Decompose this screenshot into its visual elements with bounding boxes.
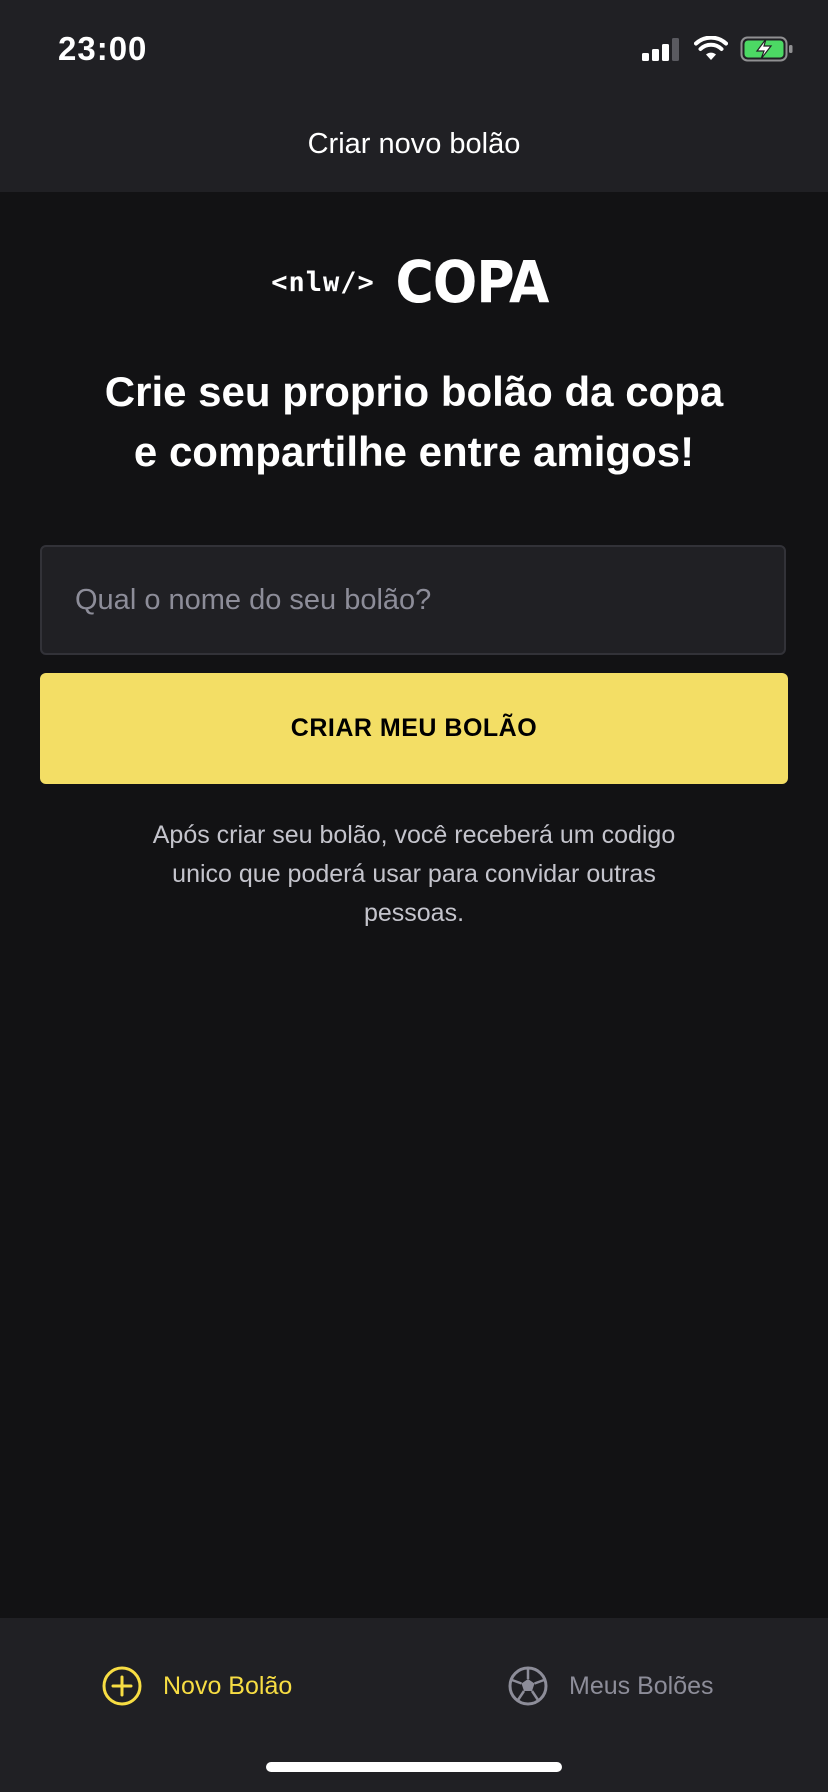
- status-bar: 23:00: [0, 0, 828, 96]
- status-icons: [642, 34, 794, 64]
- tab-new-pool[interactable]: Novo Bolão: [101, 1658, 292, 1714]
- status-time: 23:00: [58, 30, 148, 67]
- page-title: Criar novo bolão: [307, 127, 521, 160]
- headline-line-2: e compartilhe entre amigos!: [133, 428, 695, 475]
- soccer-ball-icon: [508, 1666, 548, 1706]
- logo-nlw-text: <nlw/>: [271, 266, 375, 298]
- tab-my-pools[interactable]: Meus Bolões: [507, 1658, 714, 1714]
- info-text: Após criar seu bolão, você receberá um c…: [152, 821, 676, 927]
- create-pool-button-label: CRIAR MEU BOLÃO: [290, 714, 538, 742]
- logo-copa-text: COPA: [395, 248, 549, 316]
- nlw-copa-logo: <nlw/> COPA: [0, 252, 828, 312]
- headline: Crie seu proprio bolão da copa e compart…: [40, 362, 788, 482]
- wifi-icon: [694, 36, 728, 60]
- screen-header: Criar novo bolão: [0, 96, 828, 192]
- plus-circle-icon: [102, 1666, 142, 1706]
- create-pool-button[interactable]: CRIAR MEU BOLÃO: [40, 673, 788, 784]
- battery-charging-icon: [740, 36, 793, 62]
- tab-new-pool-label: Novo Bolão: [163, 1671, 293, 1700]
- home-indicator: [266, 1762, 562, 1772]
- tab-my-pools-label: Meus Bolões: [569, 1671, 714, 1700]
- headline-line-1: Crie seu proprio bolão da copa: [104, 368, 724, 415]
- signal-icon: [642, 38, 679, 61]
- pool-name-input[interactable]: [40, 545, 786, 655]
